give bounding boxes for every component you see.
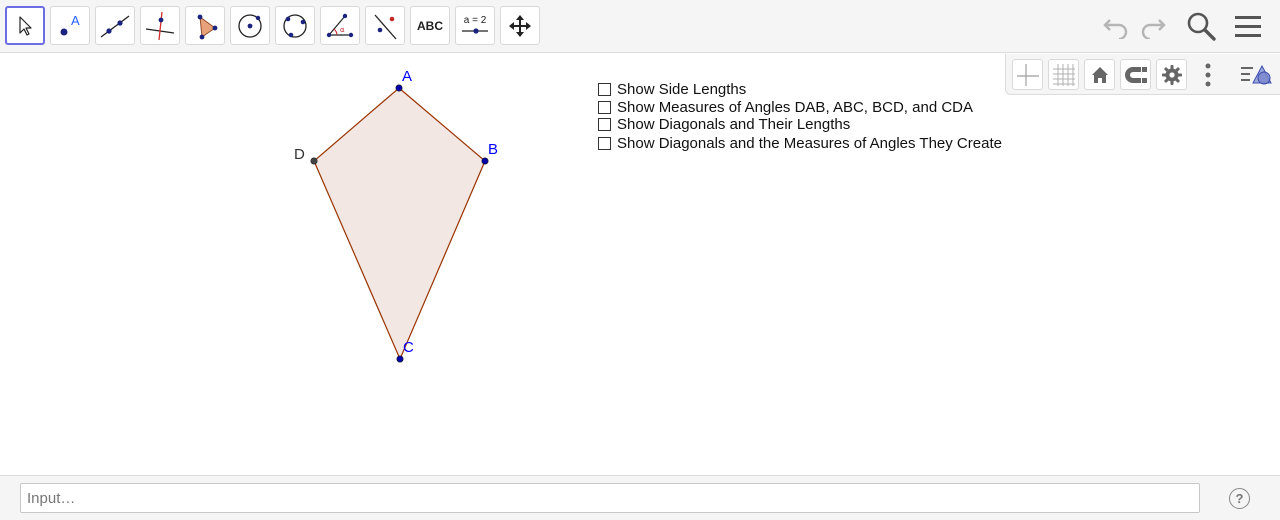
move-graphics-view-icon	[509, 14, 531, 37]
circle-three-points-tool-button[interactable]	[275, 6, 315, 45]
point-icon-letter: A	[71, 13, 80, 28]
perpendicular-line-tool-button[interactable]	[140, 6, 180, 45]
checkbox-label: Show Diagonals and the Measures of Angle…	[617, 135, 1002, 152]
perpendicular-line-icon	[145, 11, 175, 40]
geogebra-app: A α ABC a = 2 A B C D Show Side Lengths …	[0, 0, 1280, 520]
checkbox-show-side-lengths[interactable]: Show Side Lengths	[598, 81, 746, 98]
help-button[interactable]: ?	[1229, 488, 1250, 509]
move-tool-button[interactable]	[5, 6, 45, 45]
checkbox-square[interactable]	[598, 101, 611, 114]
search-icon	[1187, 12, 1216, 41]
toggle-grid-button[interactable]	[1048, 59, 1079, 90]
toggle-algebra-view-button[interactable]	[1238, 59, 1276, 90]
point-b[interactable]	[481, 157, 489, 165]
slider-tool-button[interactable]: a = 2	[455, 6, 495, 45]
menu-icon	[1235, 16, 1261, 37]
slider-icon: a = 2	[462, 15, 488, 34]
checkbox-square[interactable]	[598, 137, 611, 150]
text-icon: ABC	[417, 18, 443, 33]
text-tool-button[interactable]: ABC	[410, 6, 450, 45]
polygon-tool-button[interactable]	[185, 6, 225, 45]
toolbar: A α ABC a = 2	[0, 0, 1280, 53]
settings-icon	[1161, 64, 1182, 85]
angle-tool-button[interactable]: α	[320, 6, 360, 45]
point-d-label: D	[294, 146, 305, 163]
checkbox-show-diagonals-angles[interactable]: Show Diagonals and the Measures of Angle…	[598, 135, 1002, 152]
point-capturing-icon	[1124, 66, 1147, 83]
circle-center-point-tool-button[interactable]	[230, 6, 270, 45]
line-icon	[100, 14, 130, 38]
undo-icon	[1103, 19, 1128, 39]
search-button[interactable]	[1185, 10, 1217, 42]
graphics-style-bar	[1005, 54, 1280, 95]
redo-icon	[1141, 19, 1166, 39]
algebra-view-icon	[1241, 64, 1272, 84]
point-a[interactable]	[395, 84, 403, 92]
checkbox-label: Show Side Lengths	[617, 81, 747, 98]
axes-icon	[1016, 63, 1039, 86]
move-arrow-icon	[19, 15, 32, 36]
move-graphics-view-tool-button[interactable]	[500, 6, 540, 45]
grid-icon	[1052, 63, 1075, 86]
point-icon: A	[60, 13, 80, 35]
toggle-axes-button[interactable]	[1012, 59, 1043, 90]
point-d[interactable]	[310, 157, 318, 165]
point-c[interactable]	[396, 355, 404, 363]
checkbox-show-diagonals-lengths[interactable]: Show Diagonals and Their Lengths	[598, 116, 850, 133]
checkbox-label: Show Measures of Angles DAB, ABC, BCD, a…	[617, 99, 973, 116]
circle-center-point-icon	[238, 13, 262, 38]
slider-icon-text: a = 2	[464, 15, 487, 26]
angle-icon: α	[326, 13, 354, 37]
line-tool-button[interactable]	[95, 6, 135, 45]
point-a-label: A	[402, 68, 412, 85]
point-b-label: B	[488, 141, 498, 158]
input-bar: ?	[0, 475, 1280, 520]
checkbox-square[interactable]	[598, 118, 611, 131]
more-icon	[1205, 63, 1211, 86]
standard-view-icon	[1091, 66, 1108, 83]
graphics-settings-button[interactable]	[1156, 59, 1187, 90]
algebra-input-field[interactable]	[20, 483, 1200, 513]
checkbox-label: Show Diagonals and Their Lengths	[617, 116, 851, 133]
circle-three-points-icon	[283, 13, 307, 38]
reflect-about-line-tool-button[interactable]	[365, 6, 405, 45]
point-capturing-button[interactable]	[1120, 59, 1151, 90]
checkbox-square[interactable]	[598, 83, 611, 96]
kite-polygon[interactable]	[313, 87, 486, 361]
standard-view-button[interactable]	[1084, 59, 1115, 90]
checkbox-show-angle-measures[interactable]: Show Measures of Angles DAB, ABC, BCD, a…	[598, 99, 973, 116]
polygon-icon	[197, 14, 218, 39]
more-options-button[interactable]	[1194, 59, 1222, 90]
redo-button[interactable]	[1137, 10, 1169, 42]
svg-text:α: α	[340, 26, 345, 34]
main-menu-button[interactable]	[1232, 10, 1264, 42]
undo-button[interactable]	[1100, 10, 1132, 42]
reflect-about-line-icon	[374, 14, 397, 39]
point-c-label: C	[403, 339, 414, 356]
point-tool-button[interactable]: A	[50, 6, 90, 45]
